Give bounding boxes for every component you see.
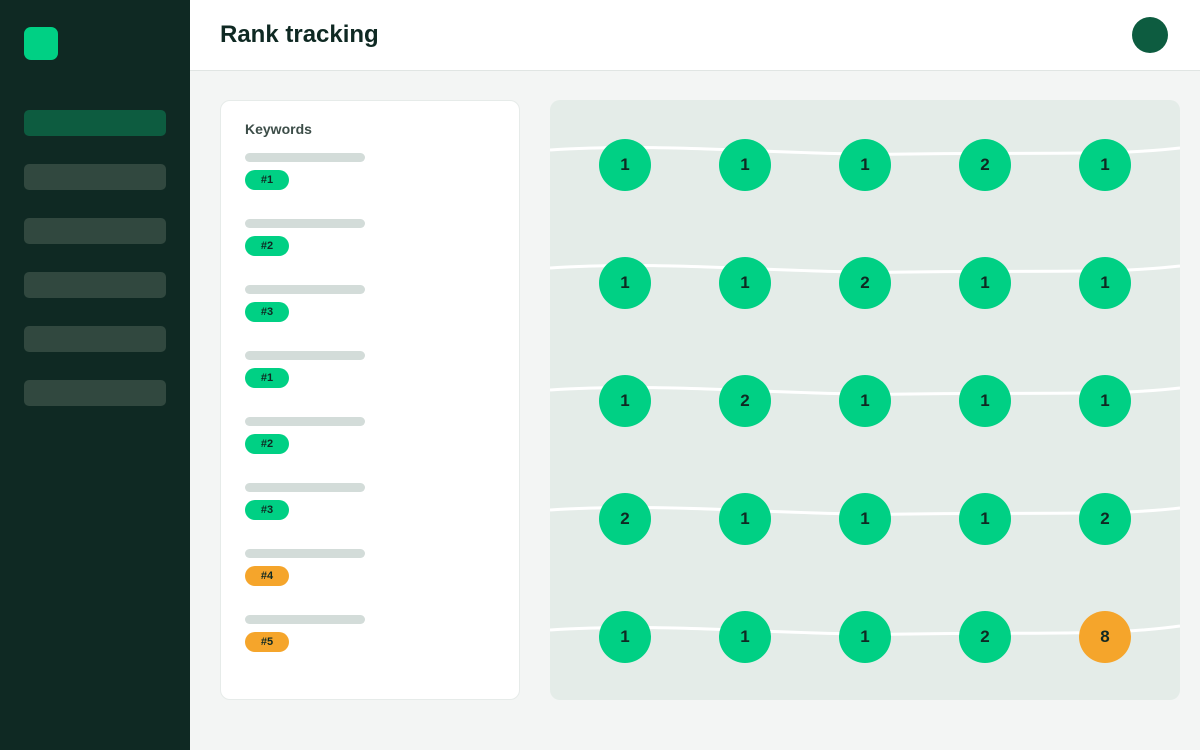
rank-pin[interactable]: 2 — [719, 375, 771, 427]
keyword-placeholder-bar — [245, 285, 365, 294]
rank-pin[interactable]: 1 — [839, 611, 891, 663]
rank-pin[interactable]: 1 — [719, 257, 771, 309]
rank-pin[interactable]: 1 — [599, 611, 651, 663]
rank-pin[interactable]: 2 — [839, 257, 891, 309]
keywords-panel-title: Keywords — [245, 121, 312, 137]
rank-badge: #2 — [245, 236, 289, 256]
keyword-placeholder-bar — [245, 153, 365, 162]
keyword-placeholder-bar — [245, 615, 365, 624]
rank-pin[interactable]: 1 — [1079, 257, 1131, 309]
top-header: Rank tracking — [190, 0, 1200, 71]
keyword-placeholder-bar — [245, 483, 365, 492]
rank-badge: #3 — [245, 500, 289, 520]
rank-pin[interactable]: 1 — [719, 493, 771, 545]
rank-badge: #5 — [245, 632, 289, 652]
rank-pin[interactable]: 1 — [839, 493, 891, 545]
rank-pin[interactable]: 2 — [959, 611, 1011, 663]
sidebar-nav-item-4[interactable] — [24, 272, 166, 298]
rank-pin[interactable]: 1 — [959, 375, 1011, 427]
sidebar — [0, 0, 190, 750]
keyword-item[interactable]: #5 — [245, 615, 385, 655]
avatar[interactable] — [1132, 17, 1168, 53]
sidebar-nav-item-6[interactable] — [24, 380, 166, 406]
rank-pin[interactable]: 1 — [599, 139, 651, 191]
rank-pin[interactable]: 1 — [599, 257, 651, 309]
keyword-item[interactable]: #2 — [245, 219, 385, 259]
page-title: Rank tracking — [220, 21, 379, 48]
keyword-item[interactable]: #3 — [245, 483, 385, 523]
keyword-placeholder-bar — [245, 417, 365, 426]
sidebar-nav-item-2[interactable] — [24, 164, 166, 190]
rank-pin[interactable]: 1 — [719, 611, 771, 663]
rank-pin[interactable]: 2 — [959, 139, 1011, 191]
keyword-placeholder-bar — [245, 549, 365, 558]
rank-pin[interactable]: 1 — [719, 139, 771, 191]
rank-badge: #4 — [245, 566, 289, 586]
app-logo-icon[interactable] — [24, 27, 58, 60]
rank-pin[interactable]: 2 — [599, 493, 651, 545]
keyword-item[interactable]: #1 — [245, 153, 385, 193]
keyword-item[interactable]: #4 — [245, 549, 385, 589]
rank-pin[interactable]: 1 — [959, 493, 1011, 545]
rank-pin[interactable]: 1 — [1079, 139, 1131, 191]
keyword-placeholder-bar — [245, 219, 365, 228]
rank-pin[interactable]: 1 — [839, 139, 891, 191]
rank-pin[interactable]: 8 — [1079, 611, 1131, 663]
sidebar-nav-item-3[interactable] — [24, 218, 166, 244]
rank-map[interactable]: 1 1 1 2 1 1 1 2 1 1 1 2 1 1 1 2 1 1 1 2 … — [550, 100, 1180, 700]
rank-pin[interactable]: 1 — [959, 257, 1011, 309]
sidebar-nav-item-5[interactable] — [24, 326, 166, 352]
keyword-item[interactable]: #1 — [245, 351, 385, 391]
rank-badge: #2 — [245, 434, 289, 454]
rank-pin[interactable]: 1 — [1079, 375, 1131, 427]
rank-pin[interactable]: 1 — [839, 375, 891, 427]
keyword-item[interactable]: #3 — [245, 285, 385, 325]
rank-badge: #1 — [245, 170, 289, 190]
rank-pin[interactable]: 2 — [1079, 493, 1131, 545]
rank-badge: #3 — [245, 302, 289, 322]
keyword-item[interactable]: #2 — [245, 417, 385, 457]
rank-badge: #1 — [245, 368, 289, 388]
sidebar-nav-item-1[interactable] — [24, 110, 166, 136]
keywords-panel: Keywords #1 #2 #3 #1 #2 #3 #4 #5 — [220, 100, 520, 700]
keyword-placeholder-bar — [245, 351, 365, 360]
rank-pin[interactable]: 1 — [599, 375, 651, 427]
